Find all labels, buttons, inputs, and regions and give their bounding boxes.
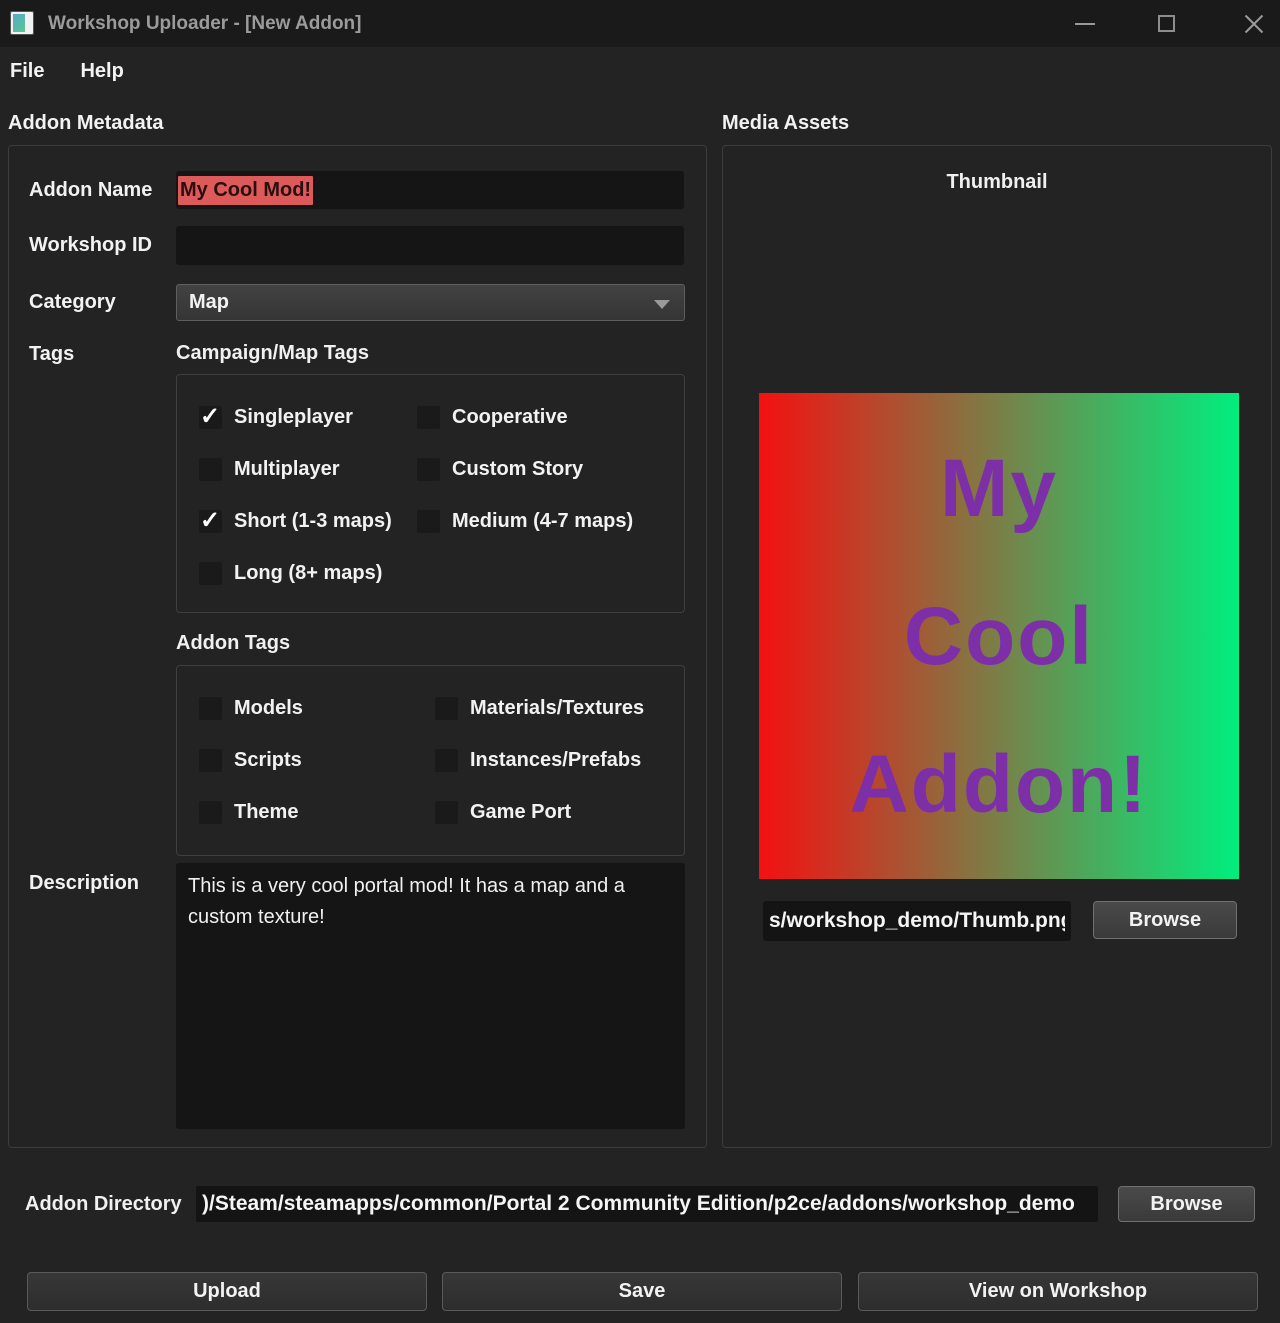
category-value: Map xyxy=(189,291,229,314)
addon-name-selected-text: My Cool Mod! xyxy=(178,176,313,205)
thumbnail-browse-button[interactable]: Browse xyxy=(1093,901,1237,939)
thumbnail-text-line: Cool xyxy=(904,563,1094,711)
addon-directory-browse-button[interactable]: Browse xyxy=(1118,1186,1255,1222)
checkbox-singleplayer[interactable]: Singleplayer xyxy=(199,405,353,429)
app-icon xyxy=(10,11,34,35)
thumbnail-path-input[interactable] xyxy=(763,901,1071,941)
tags-label: Tags xyxy=(29,340,74,368)
save-button[interactable]: Save xyxy=(442,1272,842,1311)
addon-name-input[interactable]: My Cool Mod! xyxy=(176,171,684,209)
checkbox-scripts[interactable]: Scripts xyxy=(199,748,302,772)
checkbox-theme[interactable]: Theme xyxy=(199,800,298,824)
category-dropdown[interactable]: Map xyxy=(176,284,685,321)
checkbox-icon[interactable] xyxy=(435,749,458,772)
app-icon-thumbnail-part xyxy=(13,14,25,32)
checkbox-short[interactable]: Short (1-3 maps) xyxy=(199,509,392,533)
minimize-button[interactable] xyxy=(1061,0,1109,47)
media-assets-title: Media Assets xyxy=(722,112,1272,145)
thumbnail-preview-image: My Cool Addon! xyxy=(759,393,1239,879)
checkbox-models[interactable]: Models xyxy=(199,696,303,720)
window-title: Workshop Uploader - [New Addon] xyxy=(48,0,362,47)
checkbox-icon[interactable] xyxy=(199,801,222,824)
thumbnail-label: Thumbnail xyxy=(723,171,1271,194)
checkbox-icon[interactable] xyxy=(435,801,458,824)
addon-metadata-box: Addon Name My Cool Mod! Workshop ID Cate… xyxy=(8,145,707,1148)
checkbox-instances-prefabs[interactable]: Instances/Prefabs xyxy=(435,748,641,772)
menu-file[interactable]: File xyxy=(10,60,44,83)
thumbnail-text-line: Addon! xyxy=(850,711,1149,859)
workshop-id-label: Workshop ID xyxy=(29,226,152,264)
addon-tags-title: Addon Tags xyxy=(176,632,290,655)
maximize-icon xyxy=(1158,15,1175,32)
view-on-workshop-button[interactable]: View on Workshop xyxy=(858,1272,1258,1311)
close-button[interactable] xyxy=(1230,0,1278,47)
addon-directory-input[interactable] xyxy=(196,1186,1098,1222)
addon-tags-box: Models Materials/Textures Scripts Instan… xyxy=(176,665,685,856)
checkbox-icon[interactable] xyxy=(417,510,440,533)
checkbox-icon[interactable] xyxy=(199,749,222,772)
menu-help[interactable]: Help xyxy=(80,60,123,83)
maximize-button[interactable] xyxy=(1142,0,1190,47)
media-assets-panel: Media Assets Thumbnail My Cool Addon! Br… xyxy=(722,112,1272,1148)
media-assets-box: Thumbnail My Cool Addon! Browse xyxy=(722,145,1272,1148)
workshop-id-input[interactable] xyxy=(176,226,684,265)
checkbox-icon[interactable] xyxy=(199,697,222,720)
thumbnail-text-line: My xyxy=(940,415,1058,563)
checkbox-cooperative[interactable]: Cooperative xyxy=(417,405,568,429)
campaign-tags-title: Campaign/Map Tags xyxy=(176,342,369,365)
checkbox-icon[interactable] xyxy=(417,458,440,481)
category-label: Category xyxy=(29,284,116,321)
addon-name-label: Addon Name xyxy=(29,171,152,209)
checkbox-icon[interactable] xyxy=(417,406,440,429)
menu-bar: File Help xyxy=(0,47,1280,95)
checkbox-long[interactable]: Long (8+ maps) xyxy=(199,561,382,585)
campaign-tags-box: Singleplayer Cooperative Multiplayer Cus… xyxy=(176,374,685,613)
checkbox-icon[interactable] xyxy=(199,406,222,429)
close-icon xyxy=(1243,13,1265,35)
checkbox-icon[interactable] xyxy=(199,510,222,533)
checkbox-custom-story[interactable]: Custom Story xyxy=(417,457,583,481)
chevron-down-icon xyxy=(654,300,670,309)
checkbox-materials-textures[interactable]: Materials/Textures xyxy=(435,696,644,720)
minimize-icon xyxy=(1075,23,1095,25)
addon-directory-label: Addon Directory xyxy=(25,1186,182,1222)
addon-metadata-panel: Addon Metadata Addon Name My Cool Mod! W… xyxy=(8,112,707,1148)
checkbox-icon[interactable] xyxy=(199,562,222,585)
addon-metadata-title: Addon Metadata xyxy=(8,112,707,145)
upload-button[interactable]: Upload xyxy=(27,1272,427,1311)
description-label: Description xyxy=(29,869,139,897)
checkbox-game-port[interactable]: Game Port xyxy=(435,800,571,824)
title-bar: Workshop Uploader - [New Addon] xyxy=(0,0,1280,47)
checkbox-medium[interactable]: Medium (4-7 maps) xyxy=(417,509,633,533)
description-textarea[interactable]: This is a very cool portal mod! It has a… xyxy=(176,863,685,1129)
checkbox-icon[interactable] xyxy=(435,697,458,720)
checkbox-icon[interactable] xyxy=(199,458,222,481)
checkbox-multiplayer[interactable]: Multiplayer xyxy=(199,457,340,481)
